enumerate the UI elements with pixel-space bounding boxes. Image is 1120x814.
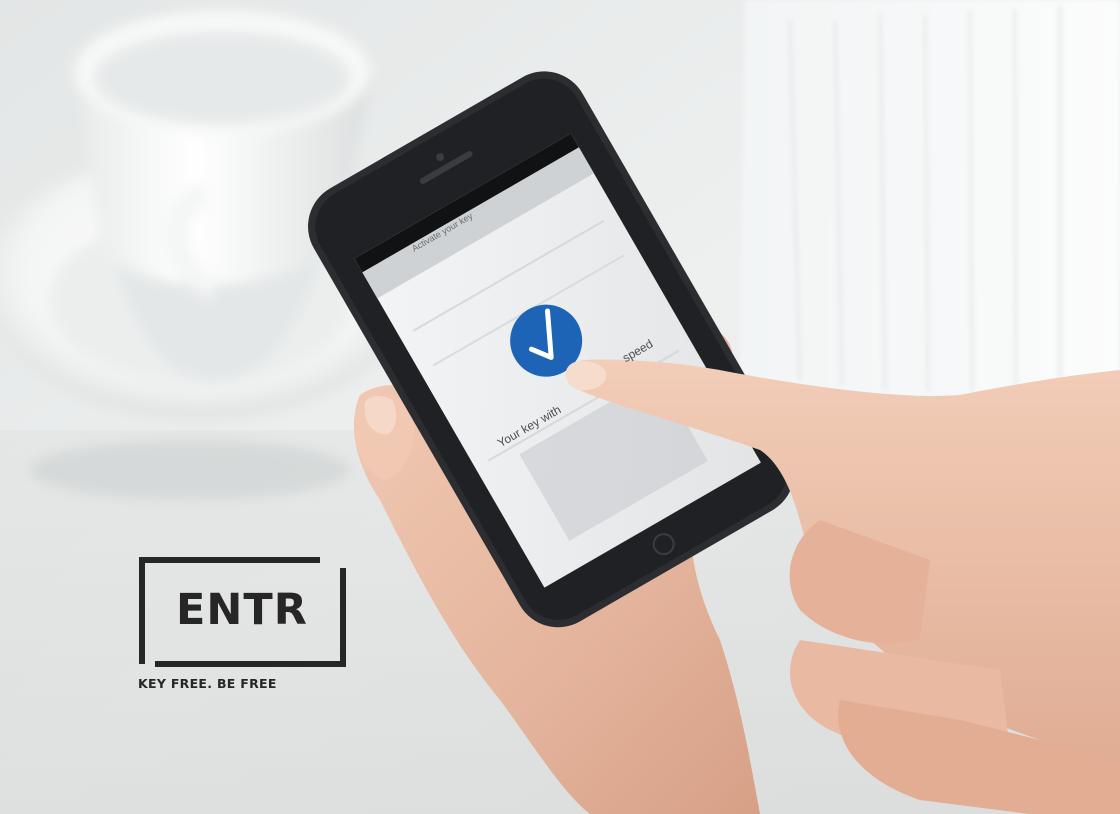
logo-wordmark: ENTR (176, 585, 308, 635)
newspaper (740, 0, 1120, 410)
entr-logo: ENTR KEY FREE. BE FREE (138, 556, 348, 696)
logo-tagline: KEY FREE. BE FREE (138, 676, 277, 691)
